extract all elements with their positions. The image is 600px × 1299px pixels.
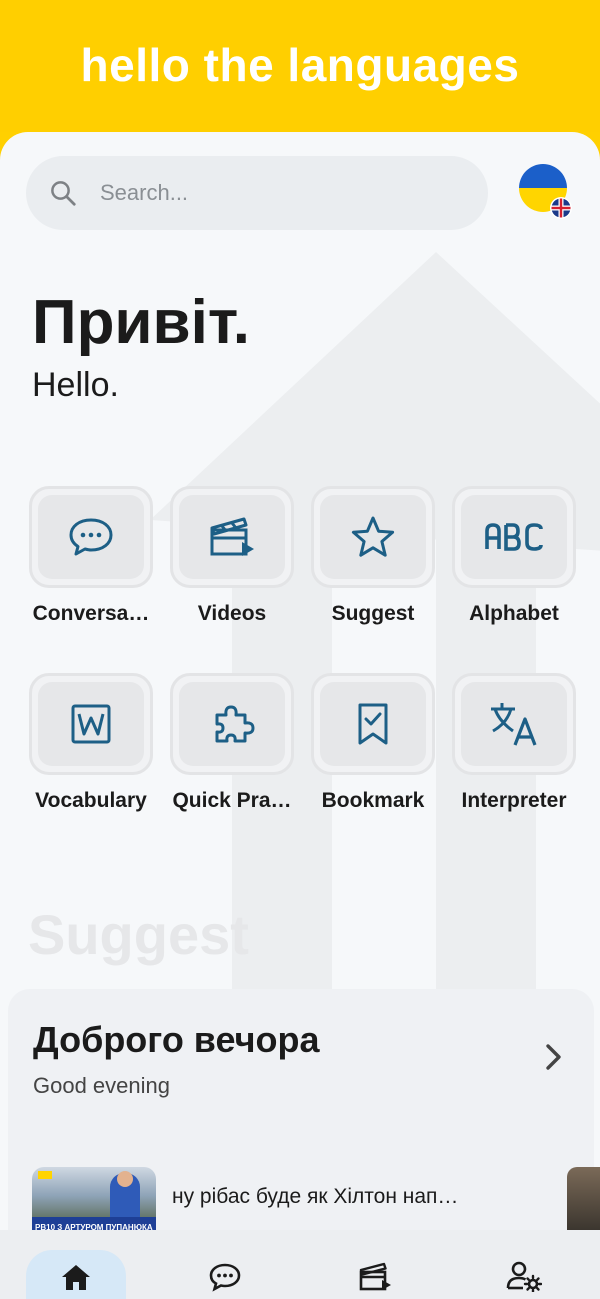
feature-interpreter-button[interactable] [452,673,576,775]
feature-label: Alphabet [469,602,559,625]
search-input[interactable] [100,180,460,206]
feature-vocabulary[interactable]: Vocabulary [26,673,156,813]
search-icon [51,181,76,206]
bookmark-icon [358,703,388,745]
feature-suggest[interactable]: Suggest [308,486,438,626]
suggest-card-title: Доброго вечора [33,1019,320,1060]
feature-suggest-button[interactable] [311,486,435,588]
clapperboard-icon [210,517,254,556]
app-header: hello the languages [0,0,600,132]
feature-label: Bookmark [321,789,425,812]
account-settings-icon [506,1261,542,1292]
feature-label: Interpreter [461,789,567,812]
bottom-navigation [0,1230,600,1299]
nav-conversation[interactable] [195,1250,255,1299]
suggested-video-item[interactable]: РВ10 З АРТУРОМ ПУПАНЮКА ну рібас буде як… [30,1167,600,1237]
word-icon [71,704,111,744]
feature-label: Vocabulary [35,789,147,812]
feature-alphabet[interactable]: Alphabet [449,486,579,626]
greeting: Привіт. Hello. [32,292,250,405]
feature-videos-button[interactable] [170,486,294,588]
chevron-right-icon[interactable] [540,1041,566,1073]
home-icon [62,1265,90,1290]
feature-vocabulary-button[interactable] [29,673,153,775]
feature-quick-practice-button[interactable] [170,673,294,775]
abc-icon [485,523,543,551]
feature-videos[interactable]: Videos [167,486,297,626]
suggest-section-heading: Suggest [28,903,249,966]
greeting-native: Привіт. [32,288,251,357]
search-bar[interactable] [26,156,488,230]
chat-bubble-icon [209,1263,241,1292]
main-sheet: Привіт. Hello. Conversa… [0,132,600,1299]
translate-icon [491,703,537,746]
feature-quick-practice[interactable]: Quick Pra… [167,673,297,813]
nav-videos[interactable] [345,1250,405,1299]
feature-label: Videos [197,602,267,625]
video-thumbnail-next[interactable] [567,1167,600,1231]
video-thumbnail[interactable]: РВ10 З АРТУРОМ ПУПАНЮКА [32,1167,156,1231]
feature-conversation-button[interactable] [29,486,153,588]
star-icon [351,516,395,557]
nav-account-settings[interactable] [494,1250,554,1299]
chat-bubble-icon [69,518,113,556]
nav-home[interactable] [26,1250,126,1299]
feature-alphabet-button[interactable] [452,486,576,588]
feature-label: Suggest [331,602,415,625]
greeting-translation: Hello. [32,366,119,404]
app-title: hello the languages [80,39,520,91]
feature-label: Conversa… [32,602,150,625]
language-selector-icon[interactable] [517,164,573,220]
feature-bookmark-button[interactable] [311,673,435,775]
feature-interpreter[interactable]: Interpreter [449,673,579,813]
suggest-card-subtitle: Good evening [33,1073,170,1098]
feature-conversation[interactable]: Conversa… [26,486,156,626]
video-title[interactable]: ну рібас буде як Хілтон нап… [172,1185,458,1209]
feature-label: Quick Pra… [172,789,292,812]
puzzle-icon [215,705,255,743]
clapperboard-icon [359,1262,391,1291]
feature-bookmark[interactable]: Bookmark [308,673,438,813]
